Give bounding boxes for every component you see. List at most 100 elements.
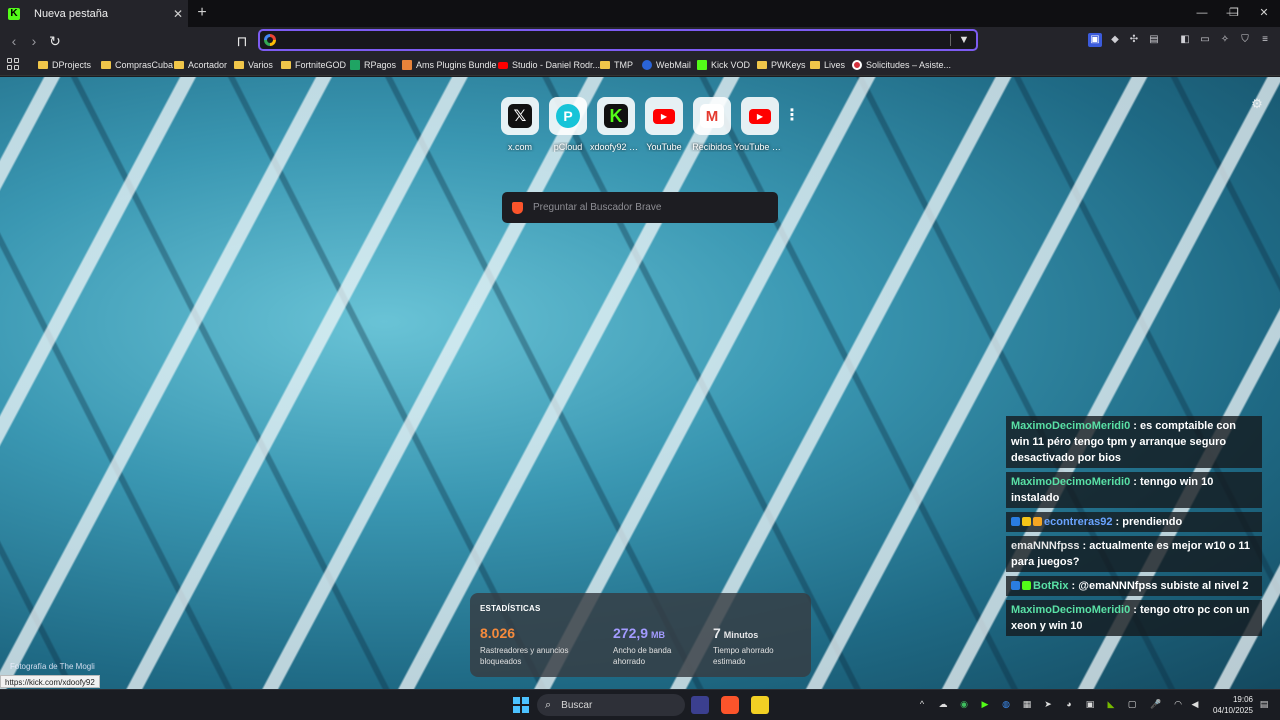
taskbar-search-label: Buscar — [561, 699, 593, 711]
top-site-label: Recibidos — [692, 142, 732, 152]
cloud-icon[interactable]: ☁ — [937, 698, 949, 710]
tray-app-4-icon[interactable]: ▣ — [1084, 698, 1096, 710]
bookmark-item[interactable]: Varios — [234, 54, 273, 76]
k-icon: K — [604, 104, 628, 128]
tray-app-2-icon[interactable]: ◍ — [1000, 698, 1012, 710]
bookmark-icon[interactable]: ⊓ — [232, 31, 252, 51]
app-icon[interactable] — [691, 696, 709, 714]
microphone-icon[interactable]: 🎤 — [1150, 698, 1162, 710]
bookmark-item[interactable]: RPagos — [350, 54, 396, 76]
chat-badge-icon — [1033, 517, 1042, 526]
tray-app-icon[interactable]: ◉ — [958, 698, 970, 710]
send-icon[interactable]: ➤ — [1042, 698, 1054, 710]
notification-icon[interactable]: ▤ — [1258, 698, 1270, 710]
nvidia-icon[interactable]: ◣ — [1105, 698, 1117, 710]
brave-search-box[interactable]: Preguntar al Buscador Brave — [502, 192, 778, 223]
photo-credit[interactable]: Fotografía de The Mogli — [10, 662, 95, 671]
volume-icon[interactable]: ◀ — [1189, 698, 1201, 710]
restore-button[interactable]: ❐ — [1218, 0, 1250, 27]
url-input[interactable] — [282, 32, 942, 48]
stat-trackers-value: 8.026 — [480, 625, 516, 641]
top-site-icon-box: 𝕏 — [501, 97, 539, 135]
new-tab-button[interactable]: + — [193, 4, 211, 22]
top-site-tile[interactable]: ▶ YouTube St... — [734, 97, 786, 157]
menu-icon[interactable]: ≡ — [1258, 33, 1272, 47]
bookmark-item[interactable]: Acortador — [174, 54, 227, 76]
stat-bandwidth-label: Ancho de banda ahorrado — [613, 646, 672, 666]
notes-taskbar-icon[interactable] — [751, 696, 769, 714]
bookmark-item[interactable]: Solicitudes – Asiste... — [852, 54, 951, 76]
bookmark-label: WebMail — [656, 60, 691, 70]
gm-icon: M — [700, 104, 724, 128]
rewards-icon[interactable]: ◆ — [1108, 33, 1122, 47]
close-tab-icon[interactable]: ✕ — [168, 7, 188, 21]
puzzle-icon[interactable]: ✣ — [1127, 33, 1141, 47]
folder-icon — [174, 61, 184, 69]
folder-icon — [600, 61, 610, 69]
bookmark-item[interactable]: Lives — [810, 54, 845, 76]
chat-message: MaximoDecimoMeridi0 : tenngo win 10 inst… — [1006, 472, 1262, 508]
top-site-icon-box: ▶ — [645, 97, 683, 135]
bookmark-item[interactable]: Studio - Daniel Rodr... — [498, 54, 600, 76]
bookmark-label: Lives — [824, 60, 846, 70]
bookmark-item[interactable]: Ams Plugins Bundle — [402, 54, 497, 76]
search-icon: ⌕ — [545, 698, 552, 711]
clock[interactable]: 19:06 04/10/2025 — [1207, 694, 1253, 716]
bookmark-item[interactable]: WebMail — [642, 54, 691, 76]
bookmark-item[interactable]: DProjects — [38, 54, 91, 76]
brave-taskbar-icon[interactable] — [721, 696, 739, 714]
forward-icon[interactable]: › — [24, 31, 44, 51]
sidebar-icon[interactable]: ◧ — [1178, 33, 1192, 47]
reload-icon[interactable]: ↻ — [45, 31, 65, 51]
top-site-tile[interactable]: 𝕏x.com — [496, 97, 544, 157]
chat-message: econtreras92 : prendiendo — [1006, 512, 1262, 532]
apps-grid-icon[interactable] — [7, 58, 19, 70]
tab-new-tab[interactable]: K Nueva pestaña ✕ — [0, 0, 188, 27]
bookmark-item[interactable]: TMP — [600, 54, 633, 76]
address-bar[interactable]: ▼ — [258, 29, 978, 51]
kick-icon — [697, 60, 707, 70]
search-placeholder: Preguntar al Buscador Brave — [533, 202, 662, 213]
bookmark-item[interactable]: FortniteGOD — [281, 54, 346, 76]
windows-start-icon[interactable] — [513, 697, 529, 713]
taskbar: ⌕ Buscar ^ ☁ ◉ ▶ ◍ ▦ ➤ ◕ ▣ ◣ ▢ 🎤 ◠ ◀ 19:… — [0, 689, 1280, 720]
bookmark-item[interactable]: PWKeys — [757, 54, 806, 76]
tray-chevron-icon[interactable]: ^ — [916, 698, 928, 710]
x-icon: 𝕏 — [508, 104, 532, 128]
stat-bandwidth-value: 272,9 — [613, 625, 649, 641]
media-icon[interactable]: ▤ — [1147, 33, 1161, 47]
top-site-label: YouTube St... — [734, 142, 786, 152]
taskbar-search[interactable]: ⌕ Buscar — [537, 694, 685, 716]
brave-shields-icon[interactable]: ▼ — [957, 33, 971, 47]
tray-app-3-icon[interactable]: ▦ — [1021, 698, 1033, 710]
vpn-icon[interactable]: ⛉ — [1238, 33, 1252, 47]
top-site-tile[interactable]: PpCloud — [544, 97, 592, 157]
top-site-label: xdoofy92 S... — [590, 142, 642, 152]
top-site-tile[interactable]: ▶ YouTube — [640, 97, 688, 157]
bookmark-item[interactable]: ComprasCuba — [101, 54, 173, 76]
close-window-button[interactable]: ✕ — [1248, 0, 1280, 27]
more-options-icon[interactable]: ⋮ — [784, 97, 800, 157]
leo-ai-icon[interactable]: ✧ — [1218, 33, 1232, 47]
tray-app-5-icon[interactable]: ▢ — [1126, 698, 1138, 710]
back-icon[interactable]: ‹ — [4, 31, 24, 51]
stat-bandwidth: 272,9 MB Ancho de banda ahorrado — [613, 625, 705, 667]
minimize-button-2[interactable]: — — [1186, 0, 1218, 27]
discord-icon[interactable]: ◕ — [1063, 698, 1075, 710]
folder-icon — [101, 61, 111, 69]
top-site-tile[interactable]: M Recibidos — [688, 97, 736, 157]
top-site-tile[interactable]: Kxdoofy92 S... — [590, 97, 642, 157]
tab-strip: K Nueva pestaña ✕ + — — [0, 0, 1280, 27]
stat-bandwidth-unit: MB — [651, 630, 666, 640]
play-icon[interactable]: ▶ — [979, 698, 991, 710]
extension-icon[interactable]: ▣ — [1088, 33, 1102, 47]
wifi-icon[interactable]: ◠ — [1172, 698, 1184, 710]
settings-gear-icon[interactable]: ⚙ — [1250, 97, 1264, 111]
chat-separator: : — [1068, 580, 1079, 592]
wallet-icon[interactable]: ▭ — [1198, 33, 1212, 47]
bookmark-label: Kick VOD — [711, 60, 751, 70]
chat-message: emaNNNfpss : actualmente es mejor w10 o … — [1006, 536, 1262, 572]
bookmark-item[interactable]: Kick VOD — [697, 54, 750, 76]
chat-separator: : — [1130, 476, 1140, 488]
bookmarks-bar: DProjects ComprasCuba Acortador Varios Fortn… — [0, 54, 1280, 76]
